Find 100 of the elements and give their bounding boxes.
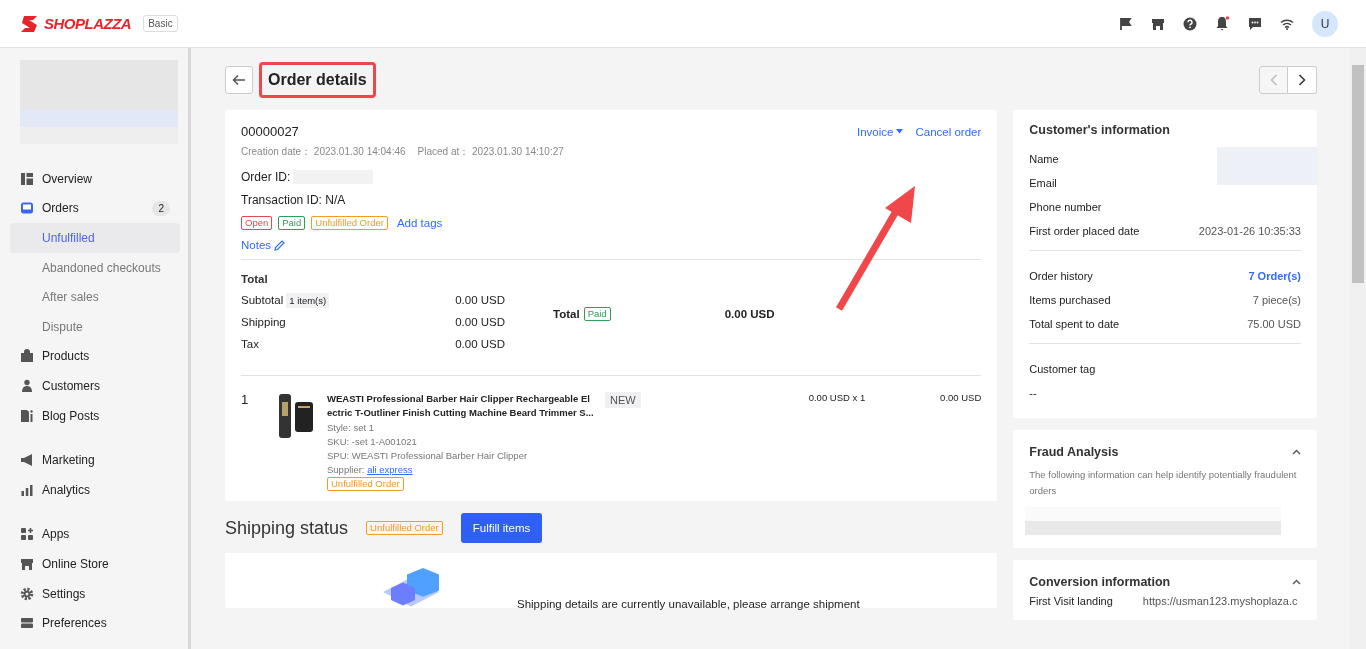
status-tag: Paid	[583, 307, 611, 321]
chevron-left-icon	[1269, 74, 1278, 86]
nav-label: Preferences	[42, 616, 107, 631]
section-heading: Total	[241, 273, 269, 285]
chat-icon[interactable]	[1248, 16, 1262, 31]
inbox-icon	[20, 201, 34, 216]
field-value: 2023-01-26 10:35:33	[1198, 225, 1301, 237]
sidebar-item[interactable]: Marketing	[10, 445, 180, 475]
meta-text: Placed at： 2023.01.30 14:10:27	[417, 145, 564, 159]
total-value: 0.00 USD	[455, 338, 505, 350]
line-total: 0.00 USD	[940, 392, 982, 403]
meta-text: Creation date： 2023.01.30 14:04:46	[241, 145, 406, 159]
list-icon	[20, 616, 34, 631]
page-title: Order details	[268, 71, 367, 89]
chevron-up-icon[interactable]	[1292, 579, 1301, 585]
field-value: 75.00 USD	[1247, 318, 1301, 330]
nav-label: Abandoned checkouts	[42, 260, 161, 275]
sidebar-item[interactable]: Orders 2	[10, 193, 180, 224]
sidebar-item[interactable]: Online Store	[10, 549, 180, 579]
card-title: Customer's information	[1029, 123, 1171, 137]
nav-label: Dispute	[42, 319, 83, 334]
nav-label: Settings	[42, 586, 86, 601]
product-title[interactable]: WEASTI Professional Barber Hair Clipper Rechargeable Electric T-Outliner Finish Cutting Machine Beard Trimmer S...	[327, 392, 595, 420]
chevron-right-icon	[1298, 74, 1306, 86]
item-count-badge: 1 item(s)	[286, 292, 330, 308]
nav-label: Analytics	[42, 482, 91, 497]
field-value: --	[1029, 387, 1037, 399]
total-label: Subtotal	[241, 294, 284, 306]
sidebar-item[interactable]: Analytics	[10, 474, 180, 505]
sidebar-subitem[interactable]: Abandoned checkouts	[10, 252, 180, 283]
sidebar-subitem[interactable]: After sales	[10, 282, 180, 312]
back-button[interactable]	[225, 66, 253, 94]
notes-link[interactable]: Notes	[241, 239, 286, 251]
field-label: Name	[1029, 153, 1059, 165]
sidebar-item[interactable]: Blog Posts	[10, 400, 180, 431]
bell-icon[interactable]	[1215, 16, 1230, 31]
sidebar-item[interactable]: Apps	[10, 519, 180, 550]
sidebar-item[interactable]: Customers	[10, 371, 180, 401]
invoice-dropdown[interactable]: Invoice	[857, 124, 904, 139]
field-label: Phone number	[1029, 201, 1102, 213]
grand-total-value: 0.00 USD	[724, 308, 775, 320]
store-icon	[20, 556, 34, 571]
pencil-icon	[274, 239, 286, 251]
brand-logo: SHOPLAZZA	[44, 15, 132, 32]
order-number: 00000027	[241, 124, 299, 139]
transaction-text: Transaction ID: N/A	[241, 192, 346, 207]
shipping-message: Shipping details are currently unavailable, please arrange shipment	[517, 598, 860, 610]
nav-label: After sales	[42, 290, 99, 305]
new-badge: NEW	[605, 392, 641, 408]
field-label: First order placed date	[1029, 225, 1140, 237]
status-tag: Unfulfilled Order	[327, 477, 404, 491]
nav-label: Overview	[42, 171, 92, 186]
caret-icon	[896, 129, 904, 134]
scrollbar[interactable]	[1350, 48, 1366, 649]
field-label: Customer tag	[1029, 363, 1096, 375]
supplier-label: Supplier:	[327, 464, 365, 475]
sku-text: SKU: -set 1-A001021	[327, 435, 418, 449]
field-label: First Visit landing	[1029, 595, 1113, 607]
person-icon	[20, 378, 34, 393]
user-avatar[interactable]: U	[1312, 10, 1338, 37]
sidebar-subitem[interactable]: Dispute	[10, 311, 180, 342]
document-icon	[20, 408, 34, 423]
status-tag: Open	[241, 216, 273, 230]
landing-url: https://usman123.myshoplaza.c	[1142, 595, 1298, 607]
flag-icon[interactable]	[1119, 16, 1133, 31]
nav-label: Marketing	[42, 453, 95, 468]
field-label: Order ID:	[241, 169, 291, 184]
status-tag: Unfulfilled Order	[311, 216, 388, 230]
nav-label: Online Store	[42, 556, 109, 571]
nav-label: Orders	[42, 201, 79, 216]
unit-price: 0.00 USD x 1	[808, 392, 866, 403]
total-label: Shipping	[241, 316, 286, 328]
fraud-description: The following information can help identify potentially fraudulent orders	[1029, 468, 1298, 498]
add-tags-link[interactable]: Add tags	[396, 217, 443, 229]
back-arrow-icon	[232, 74, 246, 86]
sidebar-subitem[interactable]: Unfulfilled	[10, 223, 180, 253]
variant-text: Style: set 1	[327, 421, 375, 435]
sidebar-item[interactable]: Settings	[10, 578, 180, 609]
card-title: Fraud Analysis	[1029, 445, 1119, 459]
total-value: 0.00 USD	[455, 294, 505, 306]
bar-chart-icon	[20, 482, 34, 497]
sidebar-item[interactable]: Overview	[10, 164, 180, 194]
nav-label: Unfulfilled	[42, 231, 95, 245]
grand-total-label: Total	[553, 308, 580, 320]
help-icon[interactable]	[1183, 16, 1197, 31]
wifi-icon[interactable]	[1280, 17, 1294, 30]
chevron-up-icon[interactable]	[1292, 449, 1301, 455]
store-icon[interactable]	[1151, 16, 1165, 31]
sidebar-item[interactable]: Products	[10, 341, 180, 372]
next-button[interactable]	[1288, 66, 1317, 94]
total-value: 0.00 USD	[455, 316, 505, 328]
fulfill-button[interactable]: Fulfill items	[460, 513, 543, 543]
total-label: Tax	[241, 338, 259, 350]
nav-label: Apps	[42, 527, 70, 542]
supplier-link[interactable]: ali express	[367, 464, 413, 475]
sidebar-item[interactable]: Preferences	[10, 608, 180, 638]
order-history-link[interactable]: 7 Order(s)	[1248, 270, 1301, 282]
megaphone-icon	[20, 453, 34, 468]
cancel-order-link[interactable]: Cancel order	[915, 124, 982, 139]
settings-icon	[20, 586, 34, 601]
